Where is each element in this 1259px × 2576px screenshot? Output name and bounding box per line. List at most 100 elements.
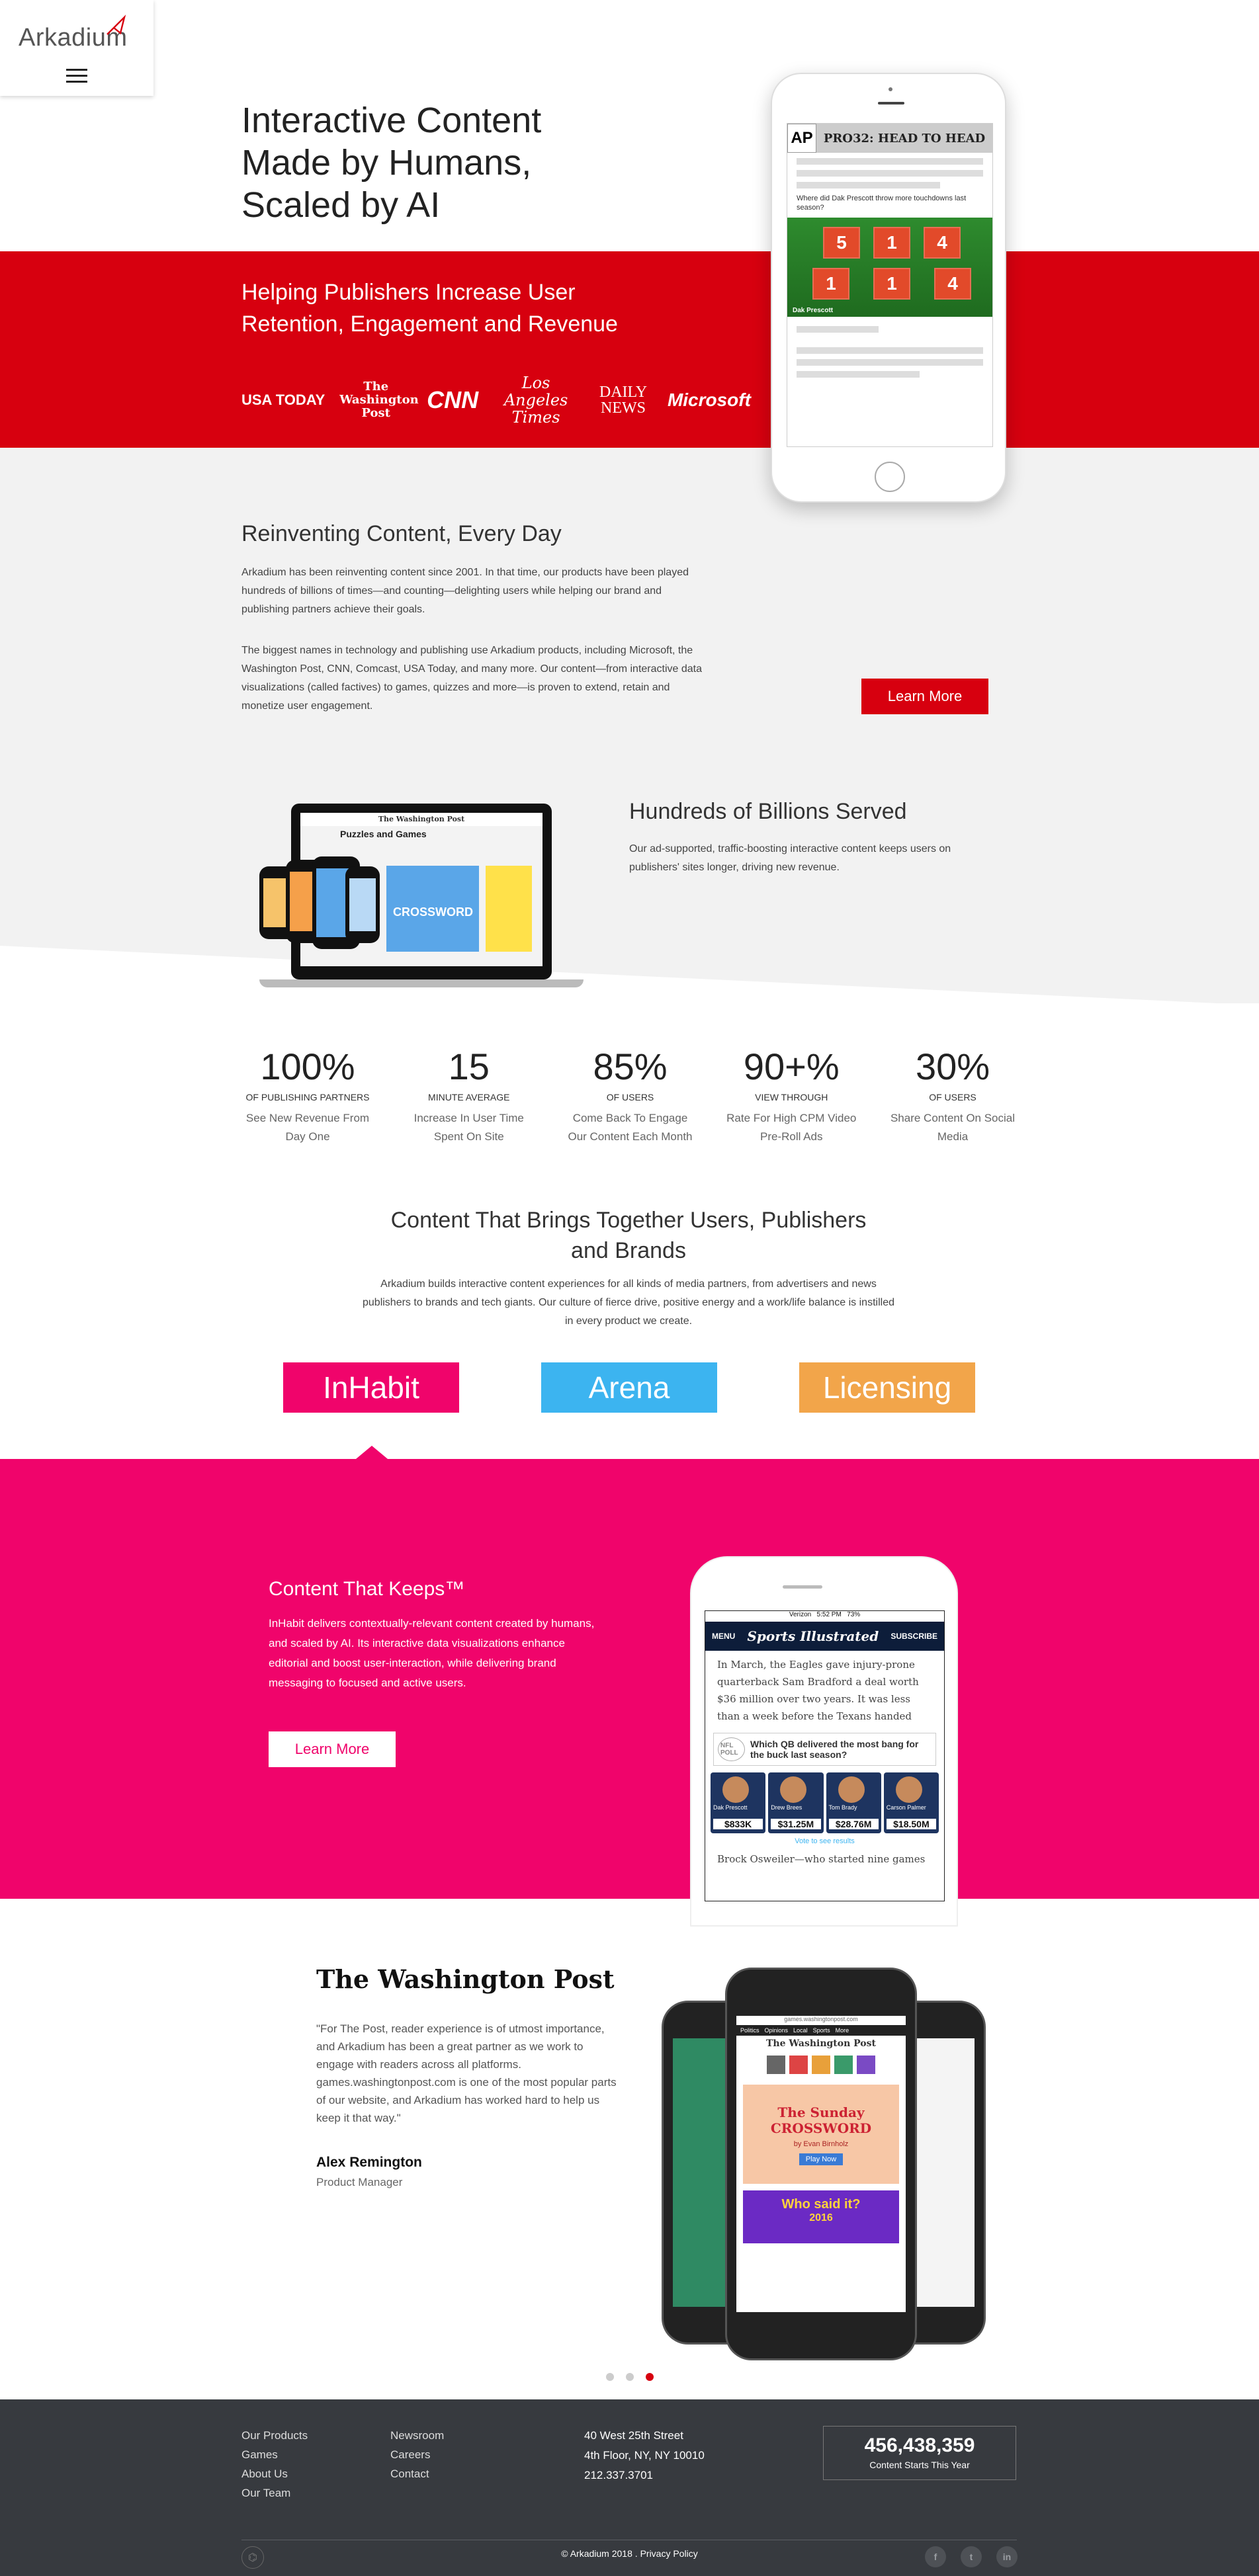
- nav-item[interactable]: More: [836, 2027, 849, 2034]
- td-tile[interactable]: 4: [924, 227, 961, 259]
- counter-label: Content Starts This Year: [869, 2460, 970, 2470]
- category-icon[interactable]: [767, 2056, 785, 2074]
- footer-link-about[interactable]: About Us: [241, 2464, 308, 2483]
- td-tile[interactable]: 1: [873, 268, 910, 300]
- microsoft-logo: Microsoft: [667, 390, 751, 410]
- phone-screen: Verizon 5:52 PM 73% MENU Sports Illustra…: [705, 1610, 945, 1901]
- stat-item: 15 MINUTE AVERAGE Increase In User Time …: [403, 1045, 535, 1146]
- logo-mark-icon: [107, 15, 126, 35]
- player-value: $28.76M: [828, 1819, 879, 1829]
- stat-value: 85%: [593, 1046, 668, 1087]
- nav-item[interactable]: Opinions: [765, 2027, 789, 2034]
- tab-inhabit[interactable]: InHabit: [283, 1362, 459, 1413]
- category-icon[interactable]: [789, 2056, 808, 2074]
- football-field: 5 1 4 1 1 4 Dak Prescott: [787, 218, 992, 317]
- text-placeholder: [797, 170, 983, 177]
- promo-year: 2016: [809, 2212, 833, 2223]
- player-photo: [895, 1776, 922, 1803]
- facebook-icon[interactable]: f: [925, 2546, 946, 2567]
- promo-tile: [486, 866, 532, 952]
- player-card[interactable]: Drew Brees $31.25M: [768, 1772, 824, 1833]
- text-placeholder: [797, 347, 983, 354]
- twitter-icon[interactable]: t: [961, 2546, 982, 2567]
- footer-link-careers[interactable]: Careers: [390, 2445, 444, 2464]
- nav-item[interactable]: Politics: [740, 2027, 760, 2034]
- carousel-dot[interactable]: [626, 2373, 634, 2381]
- article-text: In March, the Eagles gave injury-prone q…: [717, 1659, 919, 1722]
- player-card[interactable]: Tom Brady $28.76M: [826, 1772, 881, 1833]
- inhabit-section: [0, 1459, 1259, 1899]
- footer-link-team[interactable]: Our Team: [241, 2483, 308, 2503]
- testimonial-name: Alex Remington: [316, 2155, 422, 2170]
- vote-link[interactable]: Vote to see results: [705, 1837, 944, 1845]
- tab-arena[interactable]: Arena: [541, 1362, 717, 1413]
- content-text: Arkadium builds interactive content expe…: [363, 1278, 894, 1327]
- reinventing-section: [0, 448, 1259, 1003]
- td-tile[interactable]: 4: [934, 268, 971, 300]
- player-card[interactable]: Carson Palmer $18.50M: [883, 1772, 939, 1833]
- laptop-base: [259, 979, 584, 987]
- player-name: Dak Prescott: [713, 1804, 748, 1811]
- tab-licensing[interactable]: Licensing: [799, 1362, 975, 1413]
- carousel-dot-active[interactable]: [646, 2373, 654, 2381]
- category-icon[interactable]: [834, 2056, 853, 2074]
- carrier: Verizon: [789, 1611, 812, 1618]
- category-icons: [736, 2052, 906, 2078]
- active-tab-caret: [356, 1446, 388, 1459]
- reinventing-paragraph-1: Arkadium has been reinventing content si…: [241, 567, 689, 615]
- nav-item[interactable]: Sports: [813, 2027, 830, 2034]
- hamburger-icon[interactable]: [66, 69, 87, 83]
- inhabit-title: Content That Keeps™: [269, 1578, 465, 1600]
- tile-value: 5: [836, 232, 847, 253]
- learn-more-button[interactable]: Learn More: [861, 679, 988, 714]
- laptop-heading: Puzzles and Games: [340, 829, 427, 839]
- nav-item[interactable]: Local: [793, 2027, 808, 2034]
- reinventing-title: Reinventing Content, Every Day: [241, 521, 562, 546]
- who-said-it-promo[interactable]: Who said it? 2016: [743, 2190, 899, 2243]
- privacy-policy-link[interactable]: Privacy Policy: [640, 2548, 698, 2559]
- wapo-site-title: The Washington Post: [766, 2038, 876, 2049]
- category-icon[interactable]: [812, 2056, 830, 2074]
- subscribe-button[interactable]: SUBSCRIBE: [890, 1632, 937, 1641]
- camera-icon: [889, 87, 892, 91]
- crossword-promo[interactable]: The Sunday CROSSWORD by Evan Birnholz Pl…: [743, 2085, 899, 2184]
- player-card[interactable]: Dak Prescott $833K: [711, 1772, 766, 1833]
- footer-link-newsroom[interactable]: Newsroom: [390, 2426, 444, 2445]
- play-now-button[interactable]: Play Now: [799, 2153, 844, 2165]
- promo-title: Who said it?: [781, 2197, 861, 2212]
- testimonial-quote: "For The Post, reader experience is of u…: [316, 2022, 617, 2124]
- inhabit-learn-more-button[interactable]: Learn More: [269, 1731, 396, 1767]
- tile-value: 4: [947, 273, 958, 294]
- daily-news-logo: DAILY NEWS: [599, 384, 648, 417]
- td-tile[interactable]: 5: [823, 227, 860, 259]
- footer-link-games[interactable]: Games: [241, 2445, 308, 2464]
- nfl-poll-badge: NFL POLL: [718, 1737, 745, 1761]
- poll-question: NFL POLL Which QB delivered the most ban…: [713, 1733, 936, 1766]
- stat-caption: OF USERS: [929, 1092, 977, 1102]
- player-label: Dak Prescott: [793, 307, 834, 314]
- hero-phone-mockup: AP PRO32: HEAD TO HEAD Where did Dak Pre…: [771, 73, 1006, 503]
- la-times-logo: Los Angeles Times: [503, 374, 568, 427]
- ap-logo: AP: [787, 124, 816, 153]
- menu-button[interactable]: MENU: [712, 1632, 735, 1641]
- stat-description: Come Back To Engage Our Content Each Mon…: [568, 1112, 693, 1143]
- footer-link-products[interactable]: Our Products: [241, 2426, 308, 2445]
- stat-description: See New Revenue From Day One: [245, 1112, 370, 1143]
- category-icon[interactable]: [857, 2056, 875, 2074]
- linkedin-icon[interactable]: in: [996, 2546, 1018, 2567]
- player-photo: [722, 1776, 749, 1803]
- footer-link-contact[interactable]: Contact: [390, 2464, 444, 2483]
- td-tile[interactable]: 1: [873, 227, 910, 259]
- carousel-dot[interactable]: [606, 2373, 614, 2381]
- question-text: Which QB delivered the most bang for the…: [750, 1739, 919, 1760]
- header-logo-box: Arkadium: [0, 0, 153, 96]
- status-bar: Verizon 5:52 PM 73%: [705, 1611, 944, 1622]
- home-button: [875, 462, 905, 492]
- counter-value: 456,438,359: [864, 2434, 975, 2456]
- tile-value: 1: [887, 232, 897, 253]
- testimonial-logo: The Washington Post: [316, 1964, 615, 1994]
- game-tile: CROSSWORD: [386, 866, 479, 952]
- stat-description: Increase In User Time Spent On Site: [413, 1112, 524, 1143]
- phone-number[interactable]: 212.337.3701: [584, 2466, 705, 2485]
- td-tile[interactable]: 1: [812, 268, 849, 300]
